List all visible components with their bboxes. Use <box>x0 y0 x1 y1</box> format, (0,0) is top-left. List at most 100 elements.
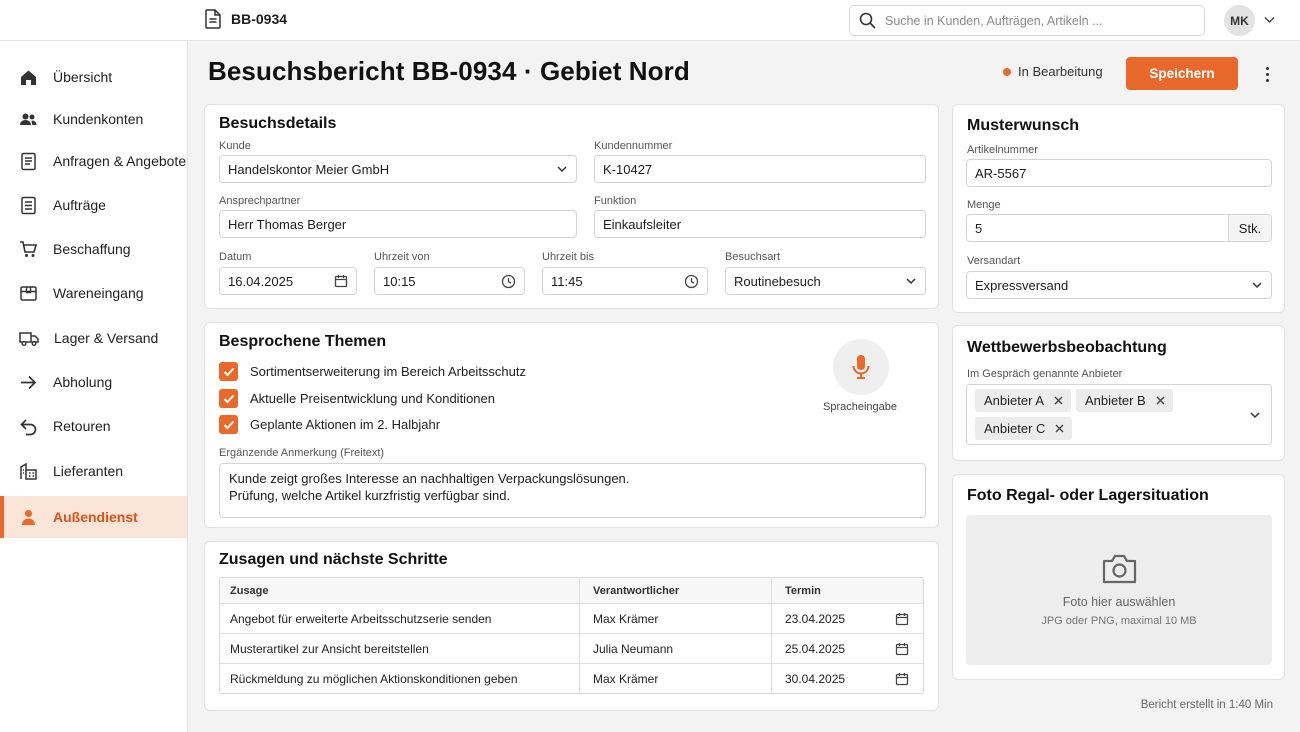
sidebar-item-label: Lieferanten <box>53 463 124 479</box>
table-row[interactable]: Angebot für erweiterte Arbeitsschutzseri… <box>220 603 923 633</box>
clock-icon[interactable] <box>501 274 516 289</box>
document-icon <box>21 152 36 170</box>
visit-type-select[interactable]: Routinebesuch <box>725 267 926 295</box>
report-duration-note: Bericht erstellt in 1:40 Min <box>1140 699 1273 711</box>
due-date-cell[interactable]: 25.04.2025 <box>772 634 923 663</box>
sidebar-item-uebersicht[interactable]: Übersicht <box>0 56 187 98</box>
calendar-icon[interactable] <box>334 274 348 288</box>
sidebar-item-label: Übersicht <box>53 69 113 85</box>
time-to-field[interactable]: 11:45 <box>542 267 708 295</box>
competitor-chip: Anbieter C <box>975 417 1073 440</box>
contact-field[interactable]: Herr Thomas Berger <box>219 210 577 238</box>
date-field[interactable]: 16.04.2025 <box>219 267 357 295</box>
sidebar-item-lieferanten[interactable]: Lieferanten <box>0 450 187 492</box>
function-field[interactable]: Einkaufsleiter <box>594 210 926 238</box>
time-from-field[interactable]: 10:15 <box>374 267 525 295</box>
document-id: BB-0934 <box>204 9 287 29</box>
search-input[interactable] <box>885 13 1185 28</box>
due-date-cell[interactable]: 30.04.2025 <box>772 664 923 693</box>
return-icon <box>20 418 37 435</box>
chevron-down-icon <box>1252 282 1262 289</box>
sidebar-item-wareneingang[interactable]: Wareneingang <box>0 272 187 314</box>
contact-label: Ansprechpartner <box>219 195 301 207</box>
note-label: Ergänzende Anmerkung (Freitext) <box>219 447 385 459</box>
topic-checkbox-row[interactable]: Geplante Aktionen im 2. Halbjahr <box>219 415 440 434</box>
time-to-label: Uhrzeit bis <box>542 251 594 263</box>
article-number-field[interactable]: AR-5567 <box>966 159 1272 187</box>
responsible-cell[interactable]: Max Krämer <box>580 664 772 693</box>
topic-checkbox-row[interactable]: Aktuelle Preisentwicklung und Konditione… <box>219 389 495 408</box>
commitment-cell[interactable]: Musterartikel zur Ansicht bereitstellen <box>220 634 580 663</box>
quantity-unit: Stk. <box>1228 215 1271 241</box>
customer-number-value: K-10427 <box>603 161 653 177</box>
customer-number-field[interactable]: K-10427 <box>594 155 926 183</box>
shipping-label: Versandart <box>967 255 1021 267</box>
calendar-icon[interactable] <box>895 642 909 656</box>
topic-label: Sortimentserweiterung im Bereich Arbeits… <box>250 364 527 379</box>
status-dot-icon <box>1003 67 1011 76</box>
chevron-down-icon[interactable] <box>1249 409 1261 421</box>
users-icon <box>20 113 37 125</box>
column-header: Zusage <box>220 578 580 603</box>
calendar-icon[interactable] <box>895 612 909 626</box>
column-header-label: Termin <box>785 584 821 597</box>
topic-label: Aktuelle Preisentwicklung und Konditione… <box>250 391 495 406</box>
upload-cta: Foto hier auswählen <box>1062 595 1176 609</box>
close-icon[interactable] <box>1054 396 1063 405</box>
checkbox-checked-icon[interactable] <box>219 362 238 381</box>
sidebar-item-label: Anfragen & Angebote <box>53 153 187 169</box>
topic-checkbox-row[interactable]: Sortimentserweiterung im Bereich Arbeits… <box>219 362 526 381</box>
sidebar-item-beschaffung[interactable]: Beschaffung <box>0 228 187 270</box>
sidebar-item-anfragen-angebote[interactable]: Anfragen & Angebote <box>0 140 187 182</box>
due-date-value: 25.04.2025 <box>785 641 846 656</box>
checkbox-checked-icon[interactable] <box>219 415 238 434</box>
sidebar-item-retouren[interactable]: Retouren <box>0 405 187 447</box>
chevron-down-icon <box>906 278 916 285</box>
due-date-cell[interactable]: 23.04.2025 <box>772 604 923 633</box>
shipping-value: Expressversand <box>975 277 1069 293</box>
clock-icon[interactable] <box>684 274 699 289</box>
article-number-label: Artikelnummer <box>967 144 1038 156</box>
sidebar-item-lager-versand[interactable]: Lager & Versand <box>0 317 187 359</box>
responsible-cell[interactable]: Julia Neumann <box>580 634 772 663</box>
voice-input-button[interactable] <box>833 339 889 395</box>
sidebar-item-aussendienst[interactable]: Außendienst <box>0 496 187 538</box>
sidebar-item-kundenkonten[interactable]: Kundenkonten <box>0 98 187 140</box>
commitments-table: Zusage Verantwortlicher Termin Angebot f… <box>219 577 924 694</box>
competitor-chip: Anbieter B <box>1076 389 1173 412</box>
visit-type-value: Routinebesuch <box>734 273 821 289</box>
shipping-select[interactable]: Expressversand <box>966 271 1272 299</box>
table-row[interactable]: Rückmeldung zu möglichen Aktionskonditio… <box>220 663 923 693</box>
close-icon[interactable] <box>1055 424 1064 433</box>
building-icon <box>20 462 37 480</box>
photo-upload-dropzone[interactable]: Foto hier auswählen JPG oder PNG, maxima… <box>966 515 1272 665</box>
user-avatar[interactable]: MK <box>1224 5 1255 36</box>
chip-label: Anbieter B <box>1085 393 1146 408</box>
customer-select[interactable]: Handelskontor Meier GmbH <box>219 155 577 183</box>
close-icon[interactable] <box>1156 396 1165 405</box>
column-header: Termin <box>772 578 923 603</box>
commitment-cell[interactable]: Angebot für erweiterte Arbeitsschutzseri… <box>220 604 580 633</box>
chevron-down-icon[interactable] <box>1263 13 1276 26</box>
commitments-title: Zusagen und nächste Schritte <box>219 551 448 568</box>
table-header-row: Zusage Verantwortlicher Termin <box>220 578 923 603</box>
quantity-label: Menge <box>967 199 1001 211</box>
more-options-icon[interactable] <box>1257 62 1277 86</box>
article-number-value: AR-5567 <box>975 165 1027 181</box>
checkbox-checked-icon[interactable] <box>219 389 238 408</box>
sidebar-item-label: Beschaffung <box>53 241 131 257</box>
quantity-field[interactable]: 5 Stk. <box>966 214 1272 242</box>
competitor-chip: Anbieter A <box>975 389 1071 412</box>
note-textarea[interactable]: Kunde zeigt großes Interesse an nachhalt… <box>219 463 926 518</box>
competitors-multiselect[interactable]: Anbieter A Anbieter B Anbieter C <box>966 384 1272 445</box>
customer-number-label: Kundennummer <box>594 140 673 152</box>
calendar-icon[interactable] <box>895 672 909 686</box>
table-row[interactable]: Musterartikel zur Ansicht bereitstellen … <box>220 633 923 663</box>
sidebar-item-auftraege[interactable]: Aufträge <box>0 184 187 226</box>
commitment-cell[interactable]: Rückmeldung zu möglichen Aktionskonditio… <box>220 664 580 693</box>
date-label: Datum <box>219 251 252 263</box>
sidebar-item-abholung[interactable]: Abholung <box>0 361 187 403</box>
search-box[interactable] <box>849 5 1205 36</box>
responsible-cell[interactable]: Max Krämer <box>580 604 772 633</box>
save-button[interactable]: Speichern <box>1126 57 1238 90</box>
